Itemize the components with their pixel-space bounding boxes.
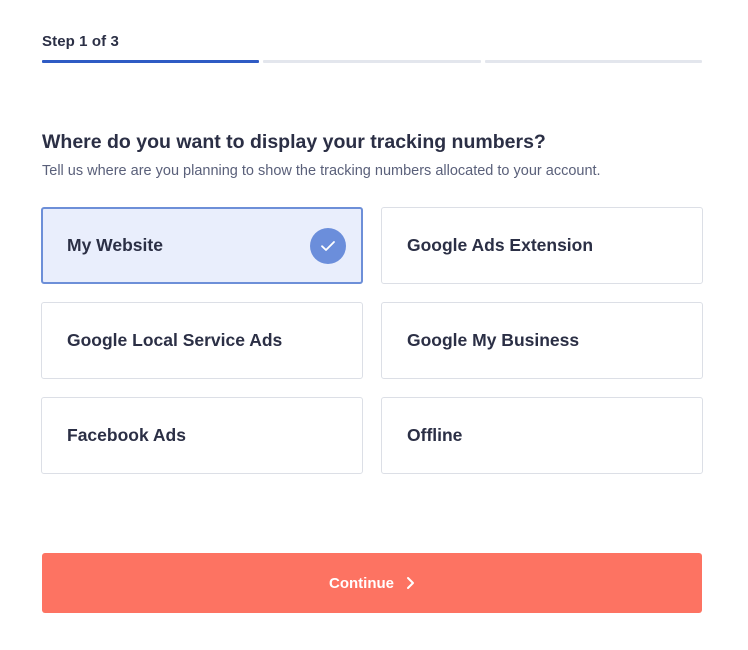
continue-button[interactable]: Continue <box>42 553 702 613</box>
wizard-page: Step 1 of 3 Where do you want to display… <box>0 0 748 650</box>
option-label: Google Ads Extension <box>407 235 594 255</box>
question-title: Where do you want to display your tracki… <box>42 131 546 153</box>
progress-segment-2 <box>263 60 481 63</box>
progress-bar <box>42 60 702 63</box>
step-indicator: Step 1 of 3 <box>42 33 119 50</box>
option-google-local-service-ads[interactable]: Google Local Service Ads <box>41 302 363 379</box>
progress-segment-1 <box>42 60 260 63</box>
chevron-right-icon <box>406 576 415 590</box>
option-facebook-ads[interactable]: Facebook Ads <box>41 397 363 474</box>
question-subtitle: Tell us where are you planning to show t… <box>42 163 601 179</box>
continue-label: Continue <box>329 574 394 592</box>
options-grid: My Website Google Ads Extension Google L… <box>41 207 703 474</box>
option-label: My Website <box>67 235 163 255</box>
option-google-my-business[interactable]: Google My Business <box>381 302 703 379</box>
option-google-ads-extension[interactable]: Google Ads Extension <box>381 207 703 284</box>
checkmark-icon <box>310 227 346 264</box>
option-label: Google My Business <box>407 330 580 350</box>
option-label: Facebook Ads <box>67 425 186 445</box>
progress-segment-3 <box>484 60 702 63</box>
option-label: Offline <box>407 425 463 445</box>
option-my-website[interactable]: My Website <box>41 207 363 284</box>
option-label: Google Local Service Ads <box>67 330 283 350</box>
option-offline[interactable]: Offline <box>381 397 703 474</box>
